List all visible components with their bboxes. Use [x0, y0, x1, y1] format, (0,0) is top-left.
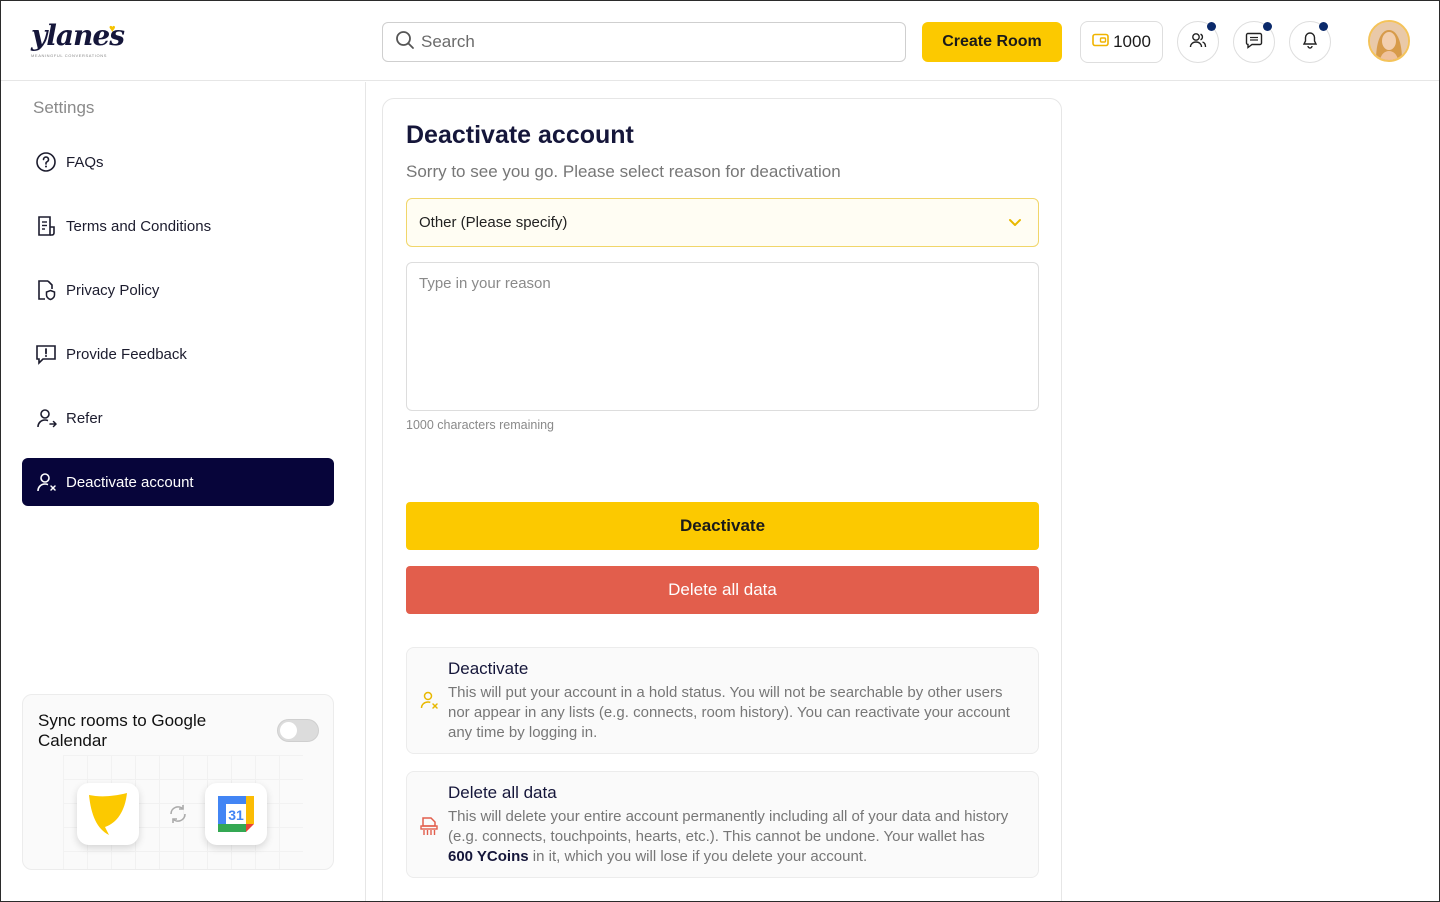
chevron-down-icon	[1006, 213, 1024, 235]
deactivate-button[interactable]: Deactivate	[406, 502, 1039, 550]
info-description: This will delete your entire account per…	[448, 807, 1013, 867]
user-remove-icon	[34, 470, 58, 494]
calendar-day: 31	[228, 807, 244, 823]
sync-arrows-icon	[167, 803, 189, 830]
people-notification-dot	[1207, 22, 1216, 31]
sidebar-item-faqs[interactable]: FAQs	[22, 138, 334, 186]
avatar[interactable]	[1368, 20, 1410, 62]
refer-user-icon	[34, 406, 58, 430]
messages-notification-dot	[1263, 22, 1272, 31]
sync-label: Sync rooms to Google Calendar	[38, 711, 207, 750]
reason-select[interactable]: Other (Please specify)	[406, 198, 1039, 247]
search-bar[interactable]	[382, 22, 906, 62]
sidebar-title: Settings	[33, 98, 95, 117]
wallet-icon	[1092, 32, 1109, 52]
delete-desc-after: in it, which you will lose if you delete…	[532, 848, 868, 865]
deactivate-info-box: Deactivate This will put your account in…	[406, 647, 1039, 754]
ylanes-app-tile	[77, 783, 139, 845]
google-calendar-tile: 31	[205, 783, 267, 845]
document-icon	[34, 214, 58, 238]
coin-balance: 1000	[1113, 32, 1151, 51]
feedback-icon	[34, 342, 58, 366]
chat-icon	[1245, 31, 1263, 54]
sidebar-item-label: Privacy Policy	[66, 281, 160, 299]
logo-tagline: MEANINGFUL CONVERSATIONS	[31, 53, 107, 58]
page-subtitle: Sorry to see you go. Please select reaso…	[406, 162, 841, 181]
characters-remaining: 1000 characters remaining	[406, 418, 554, 432]
delete-desc-before: This will delete your entire account per…	[448, 808, 1009, 845]
settings-sidebar: Settings FAQs Terms and Conditions Priva…	[1, 82, 366, 901]
google-calendar-icon: 31	[218, 796, 254, 832]
search-icon	[395, 30, 415, 55]
privacy-doc-icon	[34, 278, 58, 302]
ylanes-brand-icon	[89, 793, 127, 835]
page-title: Deactivate account	[406, 121, 634, 149]
create-room-button[interactable]: Create Room	[922, 22, 1062, 62]
people-icon	[1189, 31, 1207, 54]
sidebar-item-terms[interactable]: Terms and Conditions	[22, 202, 334, 250]
logo-heart-icon: ♥	[109, 23, 116, 35]
sidebar-item-label: Provide Feedback	[66, 345, 187, 363]
deactivate-card: Deactivate account Sorry to see you go. …	[382, 98, 1062, 901]
info-description: This will put your account in a hold sta…	[448, 684, 1010, 741]
delete-all-data-button[interactable]: Delete all data	[406, 566, 1039, 614]
messages-button[interactable]	[1233, 21, 1275, 63]
wallet-coins-button[interactable]: 1000	[1080, 21, 1163, 63]
delete-info-box: Delete all data This will delete your en…	[406, 771, 1039, 878]
search-input[interactable]	[421, 32, 881, 52]
reason-textarea[interactable]	[406, 262, 1039, 411]
notifications-dot	[1319, 22, 1328, 31]
ylanes-logo[interactable]: ylanes ♥ MEANINGFUL CONVERSATIONS	[31, 19, 125, 63]
sidebar-item-privacy[interactable]: Privacy Policy	[22, 266, 334, 314]
shredder-icon	[419, 816, 439, 841]
toggle-knob	[280, 722, 297, 739]
wallet-ycoins: 600 YCoins	[448, 848, 529, 865]
notifications-button[interactable]	[1289, 21, 1331, 63]
sidebar-item-refer[interactable]: Refer	[22, 394, 334, 442]
bell-icon	[1301, 31, 1319, 54]
sidebar-item-label: Refer	[66, 409, 103, 427]
people-button[interactable]	[1177, 21, 1219, 63]
reason-selected-value: Other (Please specify)	[419, 214, 568, 231]
app-frame: ylanes ♥ MEANINGFUL CONVERSATIONS Create…	[0, 0, 1440, 902]
user-remove-icon	[419, 690, 439, 715]
logo-wordmark: ylanes	[31, 19, 125, 52]
help-circle-icon	[34, 150, 58, 174]
sidebar-item-label: Terms and Conditions	[66, 217, 212, 235]
info-title: Deactivate	[448, 659, 529, 678]
sidebar-item-feedback[interactable]: Provide Feedback	[22, 330, 334, 378]
sidebar-item-deactivate[interactable]: Deactivate account	[22, 458, 334, 506]
sidebar-item-label: FAQs	[66, 153, 104, 171]
avatar-photo	[1370, 22, 1408, 60]
sync-toggle[interactable]	[277, 719, 319, 742]
sidebar-item-label: Deactivate account	[66, 473, 194, 491]
top-header: ylanes ♥ MEANINGFUL CONVERSATIONS Create…	[1, 1, 1439, 81]
info-title: Delete all data	[448, 783, 557, 802]
calendar-sync-card: Sync rooms to Google Calendar 31	[22, 694, 334, 870]
